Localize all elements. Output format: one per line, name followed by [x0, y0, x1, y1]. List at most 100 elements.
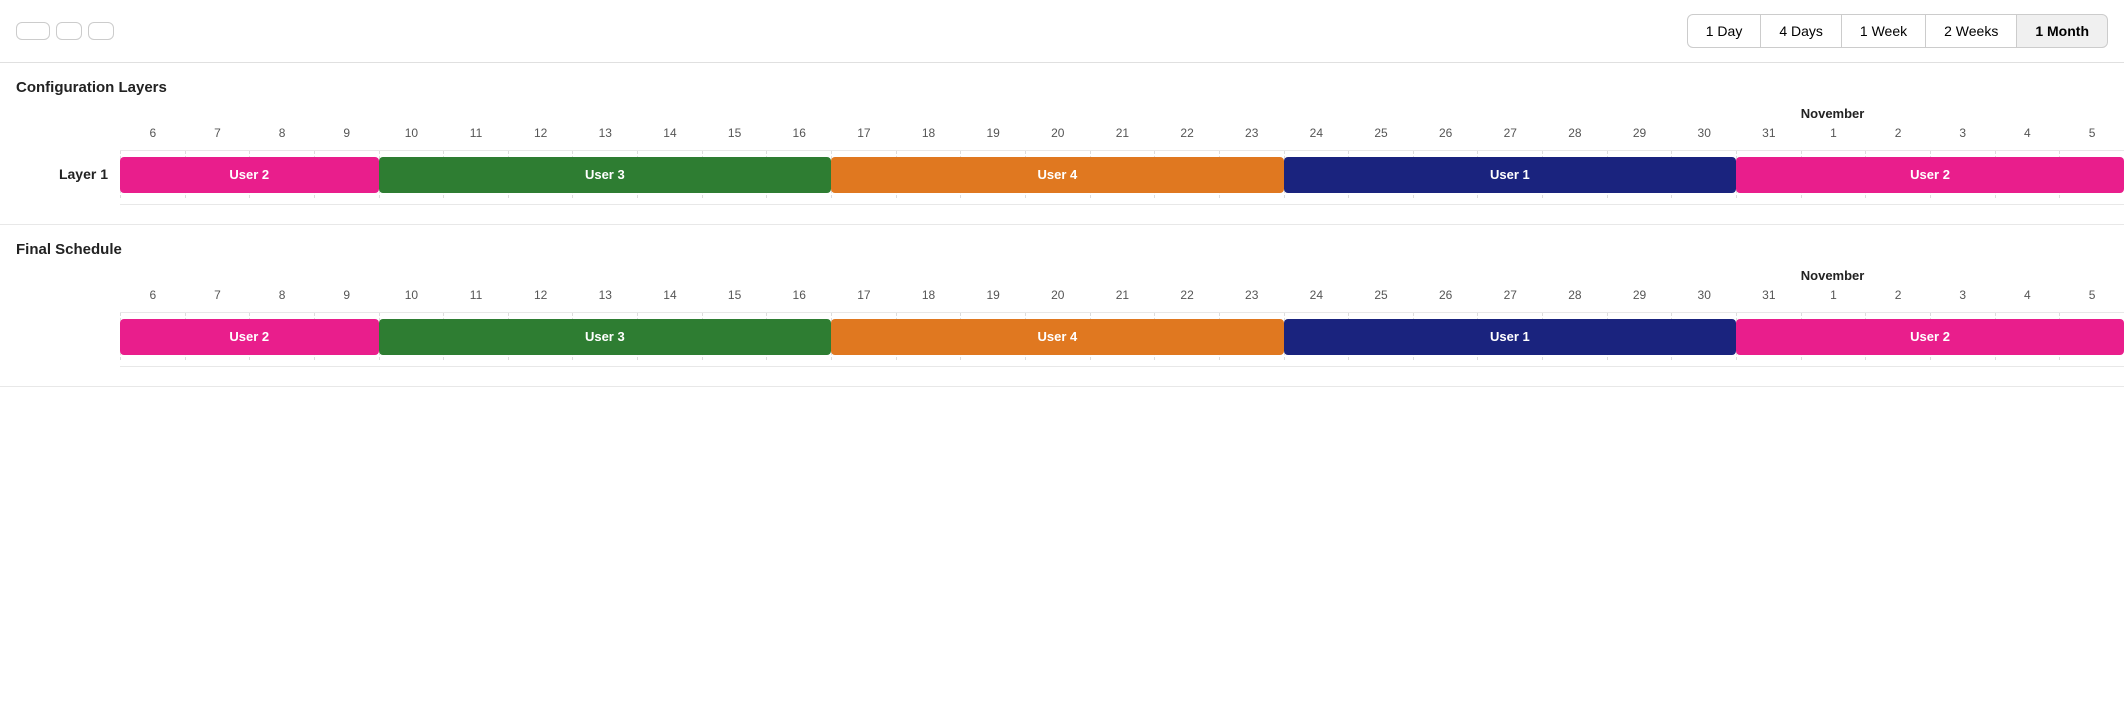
day-cell-26: 1 — [1801, 126, 1866, 144]
day-cell-6: 12 — [508, 126, 573, 144]
day-cell-13: 19 — [960, 126, 1025, 144]
day-cell-14: 20 — [1025, 288, 1090, 306]
day-cell-28: 3 — [1930, 126, 1995, 144]
gantt-bar-2[interactable]: User 4 — [831, 157, 1284, 193]
gantt-bar-3[interactable]: User 1 — [1284, 319, 1737, 355]
day-cell-10: 16 — [766, 126, 831, 144]
toolbar: 1 Day 4 Days 1 Week 2 Weeks 1 Month — [0, 0, 2124, 63]
day-cell-30: 5 — [2059, 288, 2124, 306]
empty-row-0 — [0, 204, 2124, 224]
day-cell-10: 16 — [766, 288, 831, 306]
day-cell-18: 24 — [1284, 288, 1349, 306]
next-button[interactable] — [88, 22, 114, 40]
day-cell-4: 10 — [379, 126, 444, 144]
today-button[interactable] — [16, 22, 50, 40]
day-cell-26: 1 — [1801, 288, 1866, 306]
day-cell-8: 14 — [637, 126, 702, 144]
november-label-1: November — [1801, 268, 1865, 283]
day-cell-24: 30 — [1671, 288, 1736, 306]
day-cell-1: 7 — [185, 126, 250, 144]
day-cell-27: 2 — [1865, 288, 1930, 306]
day-cell-24: 30 — [1671, 126, 1736, 144]
day-cell-22: 28 — [1542, 288, 1607, 306]
day-cell-25: 31 — [1736, 126, 1801, 144]
empty-label-0 — [0, 204, 120, 224]
empty-bars-1 — [120, 366, 2124, 386]
day-cell-23: 29 — [1607, 126, 1672, 144]
day-cell-16: 22 — [1154, 126, 1219, 144]
section-title-0: Configuration Layers — [0, 79, 2124, 106]
day-cell-14: 20 — [1025, 126, 1090, 144]
day-cell-27: 2 — [1865, 126, 1930, 144]
day-cell-20: 26 — [1413, 288, 1478, 306]
gantt-bar-1[interactable]: User 3 — [379, 157, 832, 193]
day-cell-12: 18 — [896, 288, 961, 306]
toolbar-left — [16, 22, 1682, 40]
day-cell-23: 29 — [1607, 288, 1672, 306]
day-cell-9: 15 — [702, 126, 767, 144]
day-cell-13: 19 — [960, 288, 1025, 306]
view-buttons: 1 Day 4 Days 1 Week 2 Weeks 1 Month — [1688, 14, 2108, 48]
day-cell-0: 6 — [120, 126, 185, 144]
gantt-bar-0[interactable]: User 2 — [120, 319, 379, 355]
day-cell-12: 18 — [896, 126, 961, 144]
day-cell-29: 4 — [1995, 126, 2060, 144]
day-cell-18: 24 — [1284, 126, 1349, 144]
view-2weeks[interactable]: 2 Weeks — [1925, 14, 2017, 48]
day-cell-2: 8 — [249, 126, 314, 144]
days-header-container-0: November67891011121314151617181920212223… — [120, 106, 2124, 144]
day-cell-9: 15 — [702, 288, 767, 306]
day-cell-19: 25 — [1348, 288, 1413, 306]
bars-area-0-0: User 2User 3User 4User 1User 2 — [120, 150, 2124, 198]
gantt-bar-2[interactable]: User 4 — [831, 319, 1284, 355]
day-cell-3: 9 — [314, 288, 379, 306]
day-cell-7: 13 — [572, 126, 637, 144]
day-cell-8: 14 — [637, 288, 702, 306]
day-cell-2: 8 — [249, 288, 314, 306]
gantt-bar-0[interactable]: User 2 — [120, 157, 379, 193]
day-cell-19: 25 — [1348, 126, 1413, 144]
days-row-0: 6789101112131415161718192021222324252627… — [120, 126, 2124, 144]
days-row-1: 6789101112131415161718192021222324252627… — [120, 288, 2124, 306]
section-title-1: Final Schedule — [0, 241, 2124, 268]
gantt-header-1: November67891011121314151617181920212223… — [0, 268, 2124, 306]
empty-row-1 — [0, 366, 2124, 386]
day-cell-4: 10 — [379, 288, 444, 306]
empty-bars-0 — [120, 204, 2124, 224]
day-cell-17: 23 — [1219, 126, 1284, 144]
day-cell-15: 21 — [1090, 126, 1155, 144]
day-cell-17: 23 — [1219, 288, 1284, 306]
prev-button[interactable] — [56, 22, 82, 40]
day-cell-0: 6 — [120, 288, 185, 306]
day-cell-21: 27 — [1477, 288, 1542, 306]
gantt-bar-4[interactable]: User 2 — [1736, 319, 2124, 355]
gantt-bar-3[interactable]: User 1 — [1284, 157, 1737, 193]
gantt-row-0-0: Layer 1User 2User 3User 4User 1User 2 — [0, 144, 2124, 204]
day-cell-11: 17 — [831, 288, 896, 306]
main-content: Configuration LayersNovember678910111213… — [0, 63, 2124, 387]
view-1day[interactable]: 1 Day — [1687, 14, 1762, 48]
day-cell-5: 11 — [443, 288, 508, 306]
gantt-header-0: November67891011121314151617181920212223… — [0, 106, 2124, 144]
day-cell-3: 9 — [314, 126, 379, 144]
section-1: Final ScheduleNovember678910111213141516… — [0, 225, 2124, 387]
day-cell-6: 12 — [508, 288, 573, 306]
day-cell-7: 13 — [572, 288, 637, 306]
gantt-bar-4[interactable]: User 2 — [1736, 157, 2124, 193]
view-4days[interactable]: 4 Days — [1760, 14, 1842, 48]
gantt-row-1-0: User 2User 3User 4User 1User 2 — [0, 306, 2124, 366]
day-cell-30: 5 — [2059, 126, 2124, 144]
day-cell-29: 4 — [1995, 288, 2060, 306]
day-cell-22: 28 — [1542, 126, 1607, 144]
day-cell-1: 7 — [185, 288, 250, 306]
view-1week[interactable]: 1 Week — [1841, 14, 1926, 48]
row-label-0-0: Layer 1 — [0, 166, 120, 182]
day-cell-25: 31 — [1736, 288, 1801, 306]
days-header-container-1: November67891011121314151617181920212223… — [120, 268, 2124, 306]
day-cell-15: 21 — [1090, 288, 1155, 306]
day-cell-11: 17 — [831, 126, 896, 144]
day-cell-28: 3 — [1930, 288, 1995, 306]
bars-area-1-0: User 2User 3User 4User 1User 2 — [120, 312, 2124, 360]
gantt-bar-1[interactable]: User 3 — [379, 319, 832, 355]
view-1month[interactable]: 1 Month — [2016, 14, 2108, 48]
